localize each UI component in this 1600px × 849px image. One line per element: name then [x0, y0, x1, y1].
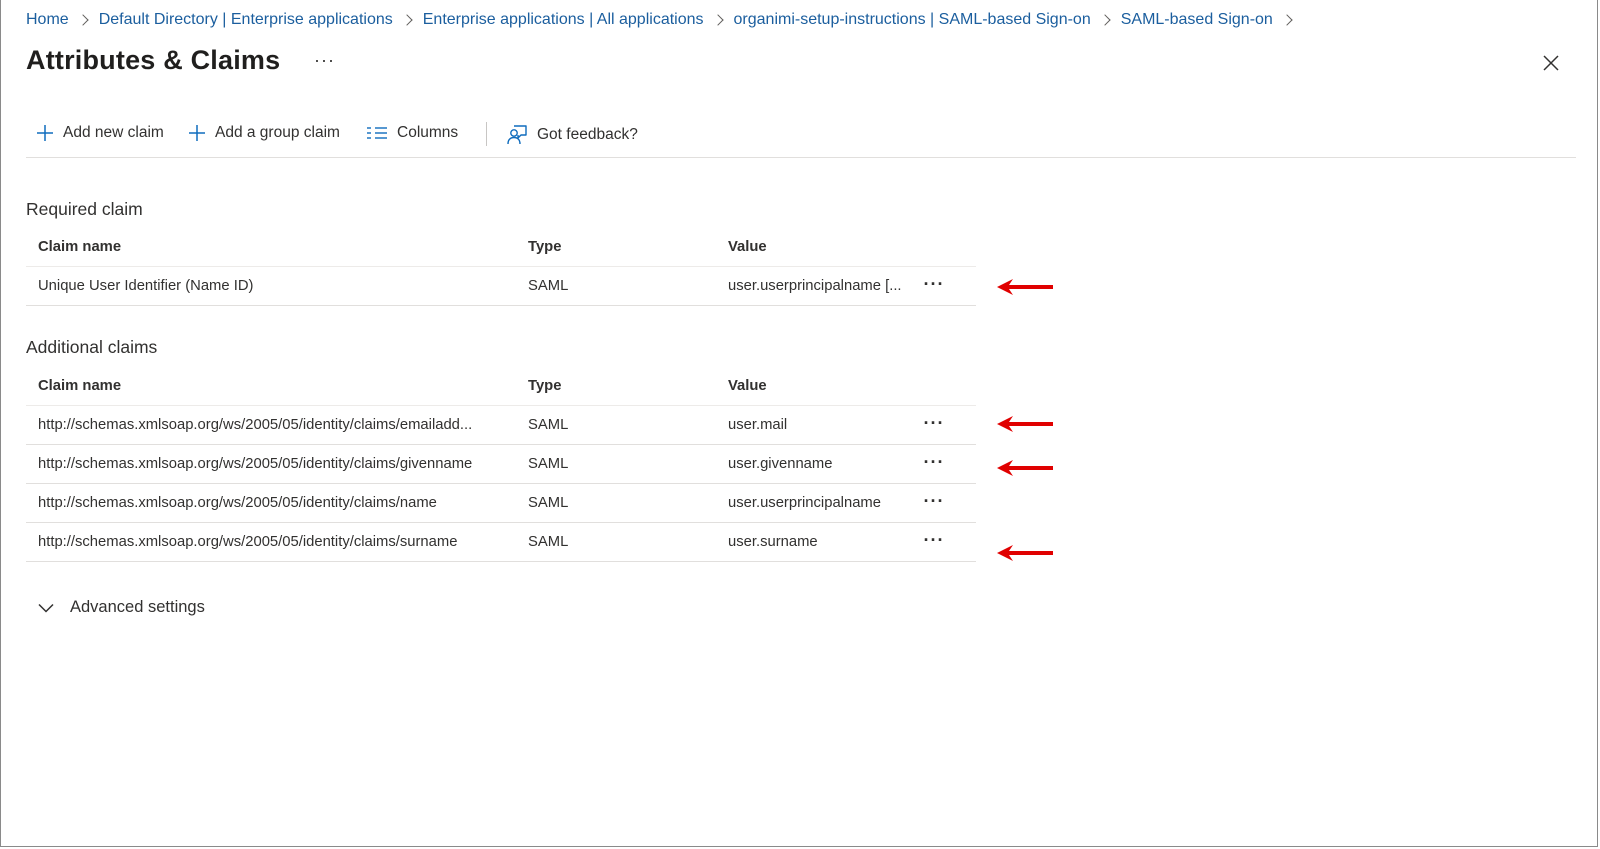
- feedback-icon: [507, 125, 527, 145]
- table-row[interactable]: http://schemas.xmlsoap.org/ws/2005/05/id…: [26, 484, 976, 523]
- claim-value: user.givenname: [728, 456, 833, 472]
- claim-value: user.userprincipalname [...: [728, 278, 902, 294]
- breadcrumb-home[interactable]: Home: [26, 11, 69, 29]
- header-value[interactable]: Value: [728, 367, 918, 406]
- breadcrumb-saml-sign-on[interactable]: SAML-based Sign-on: [1121, 11, 1273, 29]
- page-title: Attributes & Claims: [26, 45, 281, 75]
- claim-name: Unique User Identifier (Name ID): [38, 278, 254, 294]
- row-more-button[interactable]: ···: [919, 267, 949, 301]
- additional-claims-table: Claim name Type Value http://schemas.xml…: [26, 367, 976, 562]
- command-bar: Add new claim Add a group claim Columns …: [26, 118, 1576, 158]
- chevron-down-icon: [38, 603, 54, 613]
- add-group-claim-button[interactable]: Add a group claim: [188, 124, 340, 142]
- advanced-settings-label: Advanced settings: [70, 598, 205, 616]
- table-header: Claim name Type Value: [26, 228, 976, 267]
- add-new-claim-label: Add new claim: [63, 124, 164, 141]
- claim-type: SAML: [528, 456, 569, 472]
- breadcrumb: Home Default Directory | Enterprise appl…: [26, 11, 1303, 29]
- claim-type: SAML: [528, 495, 569, 511]
- columns-icon: [367, 127, 387, 139]
- chevron-right-icon: [77, 14, 89, 26]
- row-more-button[interactable]: ···: [919, 484, 949, 518]
- row-more-button[interactable]: ···: [919, 406, 949, 440]
- additional-claims-heading: Additional claims: [26, 337, 158, 357]
- annotation-arrow-icon: [997, 545, 1053, 561]
- claim-value: user.mail: [728, 417, 788, 433]
- feedback-label: Got feedback?: [537, 126, 638, 143]
- header-type[interactable]: Type: [528, 367, 708, 406]
- claim-name: http://schemas.xmlsoap.org/ws/2005/05/id…: [38, 456, 473, 472]
- annotation-arrow-icon: [997, 416, 1053, 432]
- header-value[interactable]: Value: [728, 228, 918, 267]
- claim-name: http://schemas.xmlsoap.org/ws/2005/05/id…: [38, 495, 437, 511]
- close-icon: [1543, 55, 1559, 71]
- required-claim-table: Claim name Type Value Unique User Identi…: [26, 228, 976, 306]
- feedback-button[interactable]: Got feedback?: [506, 124, 638, 146]
- advanced-settings-toggle[interactable]: Advanced settings: [38, 598, 205, 617]
- add-group-claim-label: Add a group claim: [215, 124, 340, 141]
- annotation-arrow-icon: [997, 279, 1053, 295]
- claim-type: SAML: [528, 534, 569, 550]
- breadcrumb-enterprise-applications[interactable]: Enterprise applications | All applicatio…: [423, 11, 704, 29]
- toolbar-divider: [486, 122, 487, 146]
- claim-type: SAML: [528, 278, 569, 294]
- table-row[interactable]: http://schemas.xmlsoap.org/ws/2005/05/id…: [26, 445, 976, 484]
- table-row[interactable]: http://schemas.xmlsoap.org/ws/2005/05/id…: [26, 523, 976, 562]
- plus-icon: [189, 125, 205, 141]
- breadcrumb-app-saml[interactable]: organimi-setup-instructions | SAML-based…: [734, 11, 1091, 29]
- claim-type: SAML: [528, 417, 569, 433]
- header-claim-name[interactable]: Claim name: [38, 367, 518, 406]
- table-row[interactable]: http://schemas.xmlsoap.org/ws/2005/05/id…: [26, 406, 976, 445]
- chevron-right-icon: [1281, 14, 1293, 26]
- header-type[interactable]: Type: [528, 228, 708, 267]
- close-button[interactable]: [1542, 54, 1560, 72]
- plus-icon: [37, 125, 53, 141]
- claim-value: user.userprincipalname: [728, 495, 881, 511]
- claim-value: user.surname: [728, 534, 818, 550]
- chevron-right-icon: [401, 14, 413, 26]
- claim-name: http://schemas.xmlsoap.org/ws/2005/05/id…: [38, 534, 458, 550]
- chevron-right-icon: [1099, 14, 1111, 26]
- table-header: Claim name Type Value: [26, 367, 976, 406]
- columns-button[interactable]: Columns: [366, 124, 458, 142]
- row-more-button[interactable]: ···: [919, 523, 949, 557]
- more-options-button[interactable]: ···: [314, 50, 335, 71]
- add-new-claim-button[interactable]: Add new claim: [36, 124, 164, 142]
- claim-name: http://schemas.xmlsoap.org/ws/2005/05/id…: [38, 417, 473, 433]
- table-row[interactable]: Unique User Identifier (Name ID) SAML us…: [26, 267, 976, 306]
- chevron-right-icon: [711, 14, 724, 26]
- header-claim-name[interactable]: Claim name: [38, 228, 518, 267]
- row-more-button[interactable]: ···: [919, 445, 949, 479]
- required-claim-heading: Required claim: [26, 199, 143, 219]
- annotation-arrow-icon: [997, 460, 1053, 476]
- columns-label: Columns: [397, 124, 459, 141]
- breadcrumb-default-directory[interactable]: Default Directory | Enterprise applicati…: [99, 11, 393, 29]
